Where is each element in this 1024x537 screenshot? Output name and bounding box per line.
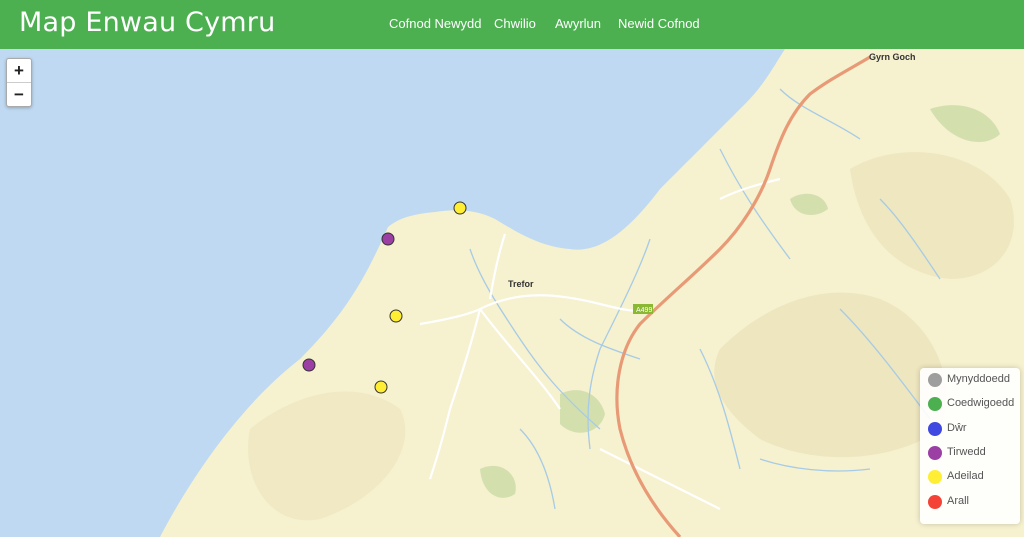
- marker-tirwedd[interactable]: [381, 232, 395, 246]
- place-label-gyrn-goch: Gyrn Goch: [869, 52, 916, 62]
- legend-dot: [928, 422, 942, 436]
- place-label-trefor: Trefor: [508, 279, 534, 289]
- marker-adeilad[interactable]: [374, 380, 388, 394]
- legend-label: Dŵr: [947, 422, 967, 434]
- legend-dot: [928, 397, 942, 411]
- legend: Mynyddoedd Coedwigoedd Dŵr Tirwedd Adeil…: [920, 368, 1020, 524]
- legend-label: Coedwigoedd: [947, 397, 1015, 409]
- nav-aerial[interactable]: Awyrlun: [555, 16, 601, 31]
- legend-label: Tirwedd: [947, 446, 986, 458]
- zoom-out-button[interactable]: −: [7, 83, 31, 106]
- legend-dot: [928, 495, 942, 509]
- legend-dot: [928, 446, 942, 460]
- road-label: A499: [636, 307, 652, 314]
- nav-edit-record[interactable]: Newid Cofnod: [618, 16, 700, 31]
- zoom-control: + −: [6, 58, 32, 107]
- brand-title[interactable]: Map Enwau Cymru: [19, 7, 275, 38]
- nav-new-record[interactable]: Cofnod Newydd: [389, 16, 482, 31]
- legend-label: Arall: [947, 495, 970, 507]
- legend-label: Adeilad: [947, 470, 984, 482]
- map-tiles: A499 Trefor Gyrn Goch: [0, 49, 1024, 537]
- marker-tirwedd[interactable]: [302, 358, 316, 372]
- nav-search[interactable]: Chwilio: [494, 16, 536, 31]
- legend-dot: [928, 470, 942, 484]
- navbar: Map Enwau Cymru Cofnod Newydd Chwilio Aw…: [0, 0, 1024, 49]
- marker-adeilad[interactable]: [453, 201, 467, 215]
- map-canvas[interactable]: A499 Trefor Gyrn Goch: [0, 49, 1024, 537]
- zoom-in-button[interactable]: +: [7, 59, 31, 83]
- legend-label: Mynyddoedd: [947, 373, 1010, 385]
- legend-dot: [928, 373, 942, 387]
- marker-adeilad[interactable]: [389, 309, 403, 323]
